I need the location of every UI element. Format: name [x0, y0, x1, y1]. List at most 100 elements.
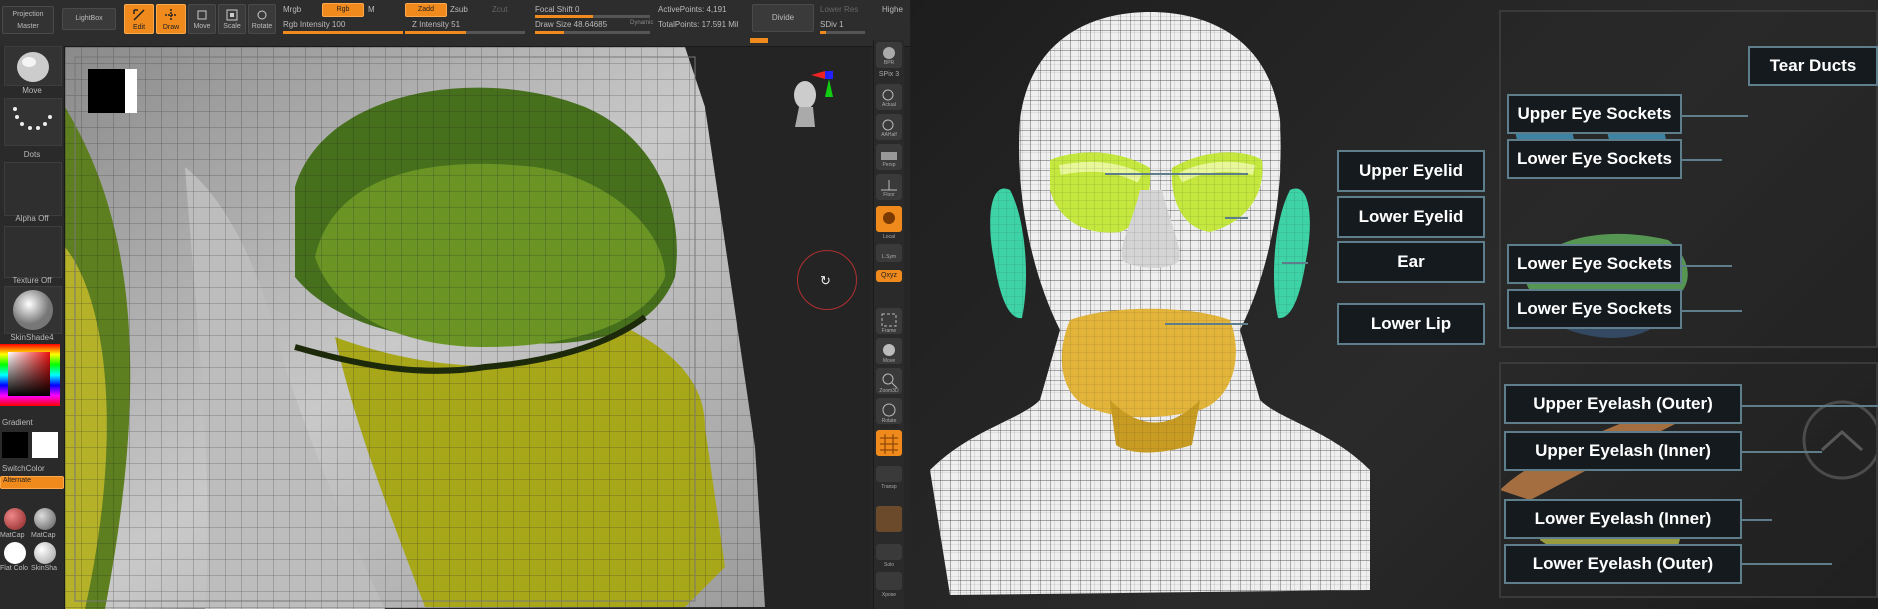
upper-eyelash-inner-line [1742, 451, 1822, 453]
mesh-closeup [65, 47, 871, 609]
rgb-intensity-slider[interactable] [283, 31, 403, 34]
alpha-thumbnail[interactable] [4, 162, 62, 216]
lower-eyelash-outer-line [1742, 563, 1832, 565]
rotate-button[interactable]: Rotate [248, 4, 276, 34]
draw-icon [165, 9, 177, 21]
polyframe-icon [880, 434, 898, 454]
projection-master-button[interactable]: Projection Master [2, 6, 54, 34]
m-toggle[interactable]: M [368, 5, 375, 14]
move-button[interactable]: Move [188, 4, 216, 34]
texture-label: Texture Off [12, 276, 52, 285]
flat-color-label: Flat Colo [0, 565, 29, 572]
dots-stroke-icon [13, 107, 52, 130]
secondary-color-swatch[interactable] [2, 432, 28, 458]
move-icon [197, 10, 207, 20]
scroll-indicator[interactable] [750, 38, 768, 43]
scale-icon [226, 9, 238, 21]
alternate-button[interactable]: Alternate [0, 476, 64, 489]
matcap1-label: MatCap [0, 532, 25, 539]
focal-shift-label: Focal Shift 0 [535, 5, 580, 14]
matcap-gray-swatch[interactable] [34, 508, 56, 530]
rgb-toggle[interactable]: Rgb [322, 3, 364, 17]
actual-label: Actual [882, 102, 896, 108]
aahalf-label: AAHalf [881, 132, 897, 138]
persp-label: Persp [882, 162, 896, 168]
callout-lower-eyelash-outer: Lower Eyelash (Outer) [1504, 544, 1742, 584]
alternate-label: Alternate [3, 477, 32, 484]
mrgb-toggle[interactable]: Mrgb [283, 5, 301, 14]
active-points: ActivePoints: 4,191 [658, 5, 727, 14]
callout-lower-eye-sockets-1: Lower Eye Sockets [1507, 139, 1682, 179]
zadd-toggle[interactable]: Zadd [405, 3, 447, 17]
lsym-label: L.Sym [881, 254, 897, 260]
rotate-icon [257, 10, 267, 20]
callout-lower-eye-sockets-2: Lower Eye Sockets [1507, 244, 1682, 284]
draw-size-label: Draw Size 48.64685 [535, 20, 608, 29]
scale-button[interactable]: Scale [218, 4, 246, 34]
local-button[interactable] [876, 206, 902, 232]
solo-button[interactable] [876, 544, 902, 560]
lower-lip-line [1165, 323, 1248, 325]
callout-upper-eyelash-outer: Upper Eyelash (Outer) [1504, 384, 1742, 424]
brush-thumbnail[interactable] [4, 46, 62, 86]
matcap-red-swatch[interactable] [4, 508, 26, 530]
saturation-square[interactable] [8, 352, 50, 396]
transp-button[interactable] [876, 466, 902, 482]
material-sphere-icon [13, 290, 53, 330]
draw-label: Draw [162, 24, 180, 31]
higher-res-button[interactable]: Highe [882, 5, 903, 14]
top-toolbar: Projection Master LightBox Edit Draw Mov… [0, 0, 910, 47]
material-label: SkinShade4 [10, 333, 54, 342]
callout-lower-eyelid: Lower Eyelid [1337, 196, 1485, 238]
callout-upper-eye-sockets: Upper Eye Sockets [1507, 94, 1682, 134]
callout-lower-eye-sockets-3: Lower Eye Sockets [1507, 289, 1682, 329]
total-points: TotalPoints: 17.591 Mil [658, 20, 739, 29]
xpose-label: Xpose [881, 592, 897, 598]
viewport-canvas[interactable]: ↻ [65, 47, 871, 609]
xpose-button[interactable] [876, 572, 902, 590]
head-orientation-icon [794, 71, 833, 127]
texture-thumbnail[interactable] [4, 226, 62, 278]
stroke-thumbnail[interactable] [4, 98, 62, 146]
skinshade-swatch[interactable] [34, 542, 56, 564]
move-label: Move [193, 23, 211, 30]
frame-label: Frame [881, 328, 897, 334]
z-intensity-slider[interactable] [405, 31, 525, 34]
zbrush-window: Projection Master LightBox Edit Draw Mov… [0, 0, 910, 609]
linefill-label: Line Fill [880, 424, 898, 430]
stroke-label: Dots [23, 150, 41, 159]
color-picker[interactable] [0, 344, 60, 406]
main-color-swatch[interactable] [32, 432, 58, 458]
rotate-label: Rotate [251, 23, 273, 30]
ghost-button[interactable] [876, 506, 902, 532]
zadd-label: Zadd [418, 6, 434, 13]
sdiv-slider[interactable] [820, 31, 865, 34]
navigation-gizmo[interactable] [785, 67, 835, 137]
callout-upper-eyelash-inner: Upper Eyelash (Inner) [1504, 431, 1742, 471]
edit-button[interactable]: Edit [124, 4, 154, 34]
draw-size-slider[interactable] [535, 31, 650, 34]
lightbox-button[interactable]: LightBox [62, 8, 116, 30]
switch-color-label[interactable]: SwitchColor [0, 464, 66, 473]
transp-label: Transp [881, 484, 897, 490]
divide-button[interactable]: Divide [752, 4, 814, 32]
qxyz-button[interactable]: Qxyz [876, 270, 902, 282]
zsub-toggle[interactable]: Zsub [450, 5, 468, 14]
zcut-toggle[interactable]: Zcut [492, 5, 508, 14]
draw-button[interactable]: Draw [156, 4, 186, 34]
flat-color-swatch[interactable] [4, 542, 26, 564]
left-shelf: Move Dots Alpha Off Texture Off SkinShad… [0, 46, 65, 609]
lower-eyelash-inner-line [1742, 519, 1772, 521]
linefill-button[interactable] [876, 430, 902, 456]
material-thumbnail[interactable] [4, 286, 62, 334]
projection-master-label: Projection Master [12, 11, 44, 30]
lower-eye-sockets-line-2 [1682, 265, 1732, 267]
focal-shift-slider[interactable] [535, 15, 650, 18]
reference-image: Upper Eyelid Lower Eyelid Ear Lower Lip … [910, 0, 1878, 609]
lower-res-button[interactable]: Lower Res [820, 5, 858, 14]
gradient-label: Gradient [2, 418, 33, 427]
upper-eye-sockets-line [1682, 115, 1748, 117]
dynamic-toggle[interactable]: Dynamic [630, 20, 653, 26]
upper-eyelash-outer-line [1742, 405, 1878, 407]
move-brush-icon [17, 52, 49, 82]
